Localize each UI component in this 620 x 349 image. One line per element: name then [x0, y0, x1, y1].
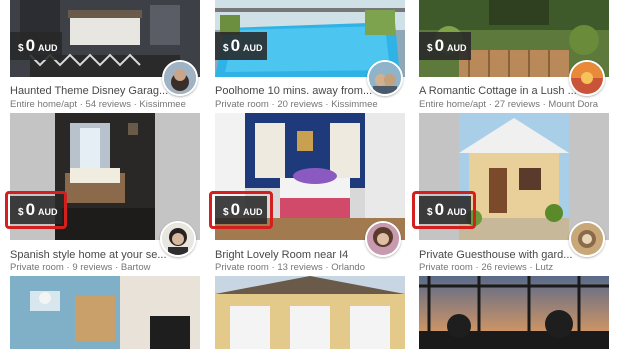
listing-card-2[interactable]: $ 0 AUD Poolhome 10 mins. away from... P… [215, 0, 405, 112]
price-badge: $ 0 AUD [215, 32, 267, 60]
listing-image-house-exterior [215, 276, 405, 349]
listing-card-5[interactable]: $ 0 AUD Bright Lovely Room near I4 Priva… [209, 113, 405, 273]
listing-card-8[interactable] [215, 276, 405, 349]
listing-meta: Entire home/apt · 54 reviews · Kissimmee [10, 99, 186, 110]
listing-meta: Entire home/apt · 27 reviews · Mount Dor… [419, 99, 599, 110]
listing-title[interactable]: Bright Lovely Room near I4 [215, 249, 380, 261]
listing-card-4[interactable]: $ 0 AUD Spanish style home at your se...… [5, 113, 200, 273]
listing-card-6[interactable]: $ 0 AUD Private Guesthouse with gard... … [412, 113, 609, 273]
price-highlight-box [5, 191, 67, 229]
listing-title[interactable]: Poolhome 10 mins. away from... [215, 85, 380, 97]
listing-image-sunset-lanai [419, 276, 609, 349]
listing-card-1[interactable]: $ 0 AUD Haunted Theme Disney Garag... En… [10, 0, 200, 112]
listing-photo[interactable] [215, 276, 405, 349]
listing-title[interactable]: Private Guesthouse with gard... [419, 249, 584, 261]
listing-card-9[interactable] [419, 276, 609, 349]
listing-meta: Private room · 20 reviews · Kissimmee [215, 99, 378, 110]
price-badge: $ 0 AUD [419, 32, 471, 60]
listing-meta: Private room · 13 reviews · Orlando [215, 262, 365, 273]
listing-image-kitchen [10, 276, 200, 349]
price-badge: $ 0 AUD [10, 32, 62, 60]
listing-title[interactable]: Spanish style home at your se... [10, 249, 175, 261]
listing-meta: Private room · 9 reviews · Bartow [10, 262, 151, 273]
listing-photo[interactable] [419, 276, 609, 349]
listing-title[interactable]: A Romantic Cottage in a Lush ... [419, 85, 584, 97]
listing-card-3[interactable]: $ 0 AUD A Romantic Cottage in a Lush ...… [419, 0, 609, 112]
listing-photo[interactable] [10, 276, 200, 349]
listing-meta: Private room · 26 reviews · Lutz [419, 262, 554, 273]
price-highlight-box [412, 191, 476, 229]
listing-title[interactable]: Haunted Theme Disney Garag... [10, 85, 175, 97]
price-highlight-box [209, 191, 273, 229]
listing-card-7[interactable] [10, 276, 200, 349]
